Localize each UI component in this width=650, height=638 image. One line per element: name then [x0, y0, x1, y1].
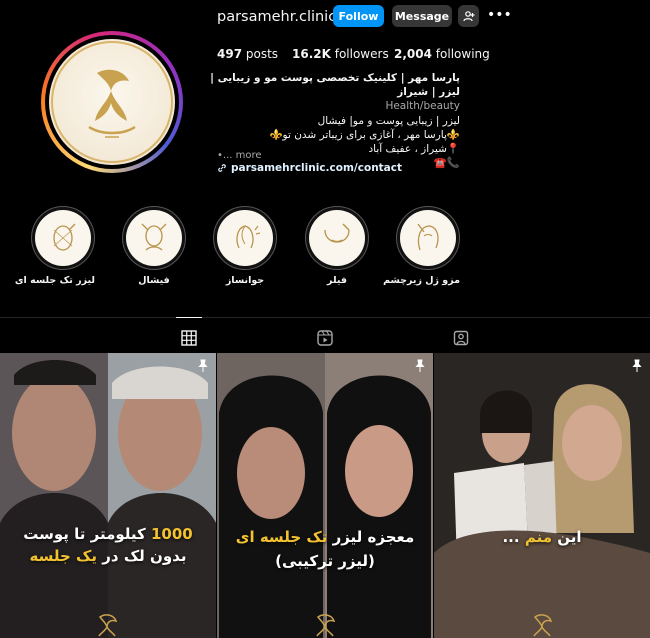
- watermark-logo-icon: [316, 614, 336, 637]
- caption-text: بدون لک در: [97, 547, 187, 565]
- post-tile[interactable]: 1000 کیلومتر تا پوست بدون لک در یک جلسه: [0, 353, 216, 638]
- caption-highlight: یک جلسه: [29, 547, 98, 565]
- highlight-ring: [396, 206, 460, 270]
- highlight-ring: [213, 206, 277, 270]
- grid-icon[interactable]: [181, 330, 197, 346]
- highlight-label: فیلر: [327, 275, 347, 286]
- post-caption: این منم ...: [434, 525, 650, 549]
- followers-stat[interactable]: 16.2K followers: [292, 47, 389, 61]
- posts-count: 497: [217, 47, 243, 61]
- bio-line: ⚜️پارسا مهر ، آغازی برای زیباتر شدن تو⚜️: [269, 128, 460, 141]
- highlight-cover: [217, 210, 273, 266]
- tabs-divider: [0, 317, 650, 318]
- face-laser-icon: [53, 223, 76, 251]
- followers-count: 16.2K: [292, 47, 331, 61]
- clinic-logo-icon: [51, 41, 173, 163]
- followers-label: followers: [334, 47, 389, 61]
- caption-text: (لیزر ترکیبی): [275, 552, 375, 570]
- following-label: following: [435, 47, 490, 61]
- watermark-logo-icon: [98, 614, 118, 637]
- highlight-label: فیشال: [138, 275, 170, 286]
- pin-icon: [415, 359, 425, 372]
- post-caption: معجزه لیزر تک جلسه ای (لیزر ترکیبی): [217, 525, 433, 573]
- highlight-cover: [35, 210, 91, 266]
- bio-more-link[interactable]: •... more: [217, 150, 262, 161]
- post-tile[interactable]: این منم ...: [434, 353, 650, 638]
- watermark-logo-icon: [533, 614, 553, 637]
- message-button[interactable]: Message: [392, 5, 452, 27]
- bio-link[interactable]: parsamehrclinic.com/contact: [217, 162, 402, 174]
- pin-icon: [198, 359, 208, 372]
- link-icon: [218, 164, 226, 172]
- bio-name: پارسا مهر | کلینیک تخصصی پوست مو و زیبای…: [210, 72, 460, 99]
- reels-icon[interactable]: [317, 330, 333, 346]
- avatar-inner: [45, 35, 179, 169]
- more-options-icon[interactable]: •••: [487, 7, 512, 25]
- highlight-item[interactable]: مزو ژل زیرچشم: [383, 206, 460, 286]
- highlight-cover: [400, 210, 456, 266]
- rejuvenation-icon: [236, 225, 261, 249]
- profile-avatar-ring[interactable]: [41, 31, 183, 173]
- posts-label: posts: [245, 47, 279, 61]
- caption-highlight: منم: [524, 528, 552, 546]
- facial-icon: [141, 223, 167, 251]
- post-caption: 1000 کیلومتر تا پوست بدون لک در یک جلسه: [0, 523, 216, 567]
- highlight-label: لیزر تک جلسه ای: [14, 275, 95, 286]
- active-tab-indicator: [176, 317, 202, 318]
- highlight-label: جوانساز: [225, 275, 265, 286]
- highlight-item[interactable]: لیزر تک جلسه ای: [14, 206, 95, 286]
- follow-button[interactable]: Follow: [333, 5, 384, 27]
- highlight-label: مزو ژل زیرچشم: [383, 275, 460, 286]
- posts-stat: 497 posts: [217, 47, 278, 61]
- highlight-item[interactable]: فیلر: [305, 206, 369, 286]
- pin-icon: [632, 359, 642, 372]
- caption-text: ...: [502, 528, 525, 546]
- bio-link-text: parsamehrclinic.com/contact: [231, 162, 403, 174]
- post-photo-icon: [0, 353, 216, 638]
- following-stat[interactable]: 2,004 following: [394, 47, 490, 61]
- highlight-cover: [126, 210, 182, 266]
- post-photo-icon: [434, 353, 650, 638]
- caption-highlight: 1000: [150, 525, 193, 543]
- post-tile[interactable]: معجزه لیزر تک جلسه ای (لیزر ترکیبی): [217, 353, 433, 638]
- highlight-item[interactable]: جوانساز: [213, 206, 277, 286]
- avatar: [49, 39, 175, 165]
- bio-line: لیزر | زیبایی پوست و مو| فیشال: [317, 114, 460, 127]
- under-eye-icon: [417, 223, 439, 251]
- caption-text: معجزه لیزر: [327, 528, 415, 546]
- caption-text: کیلومتر تا پوست: [23, 525, 151, 543]
- following-count: 2,004: [394, 47, 432, 61]
- highlight-item[interactable]: فیشال: [122, 206, 186, 286]
- caption-highlight: تک جلسه ای: [235, 528, 328, 546]
- filler-icon: [324, 223, 350, 243]
- highlight-ring: [31, 206, 95, 270]
- highlight-ring: [122, 206, 186, 270]
- caption-text: این: [552, 528, 582, 546]
- tagged-icon[interactable]: [453, 330, 469, 346]
- highlight-ring: [305, 206, 369, 270]
- profile-username: parsamehr.clinic: [217, 9, 337, 25]
- add-person-icon: [462, 11, 474, 22]
- bio-category: Health/beauty: [385, 100, 460, 113]
- suggested-accounts-button[interactable]: [458, 5, 479, 27]
- highlight-cover: [309, 210, 365, 266]
- post-photo-icon: [217, 353, 433, 638]
